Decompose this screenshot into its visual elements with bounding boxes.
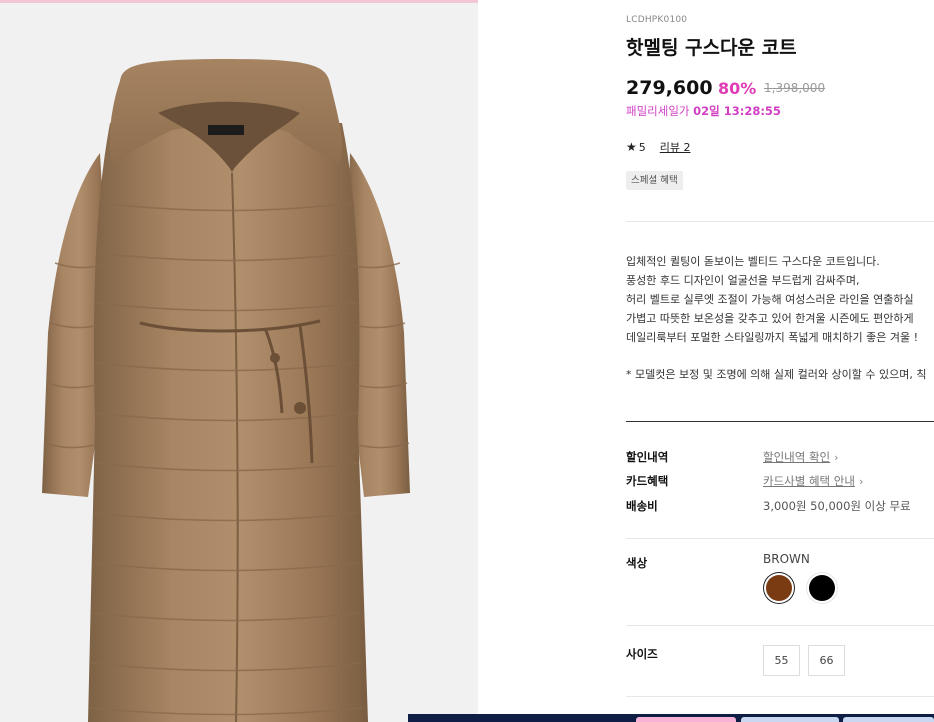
- color-swatch-brown[interactable]: [766, 575, 792, 601]
- divider: [626, 221, 934, 222]
- color-swatch-black[interactable]: [809, 575, 835, 601]
- shipping-label: 배송비: [626, 499, 658, 513]
- special-benefit-badge[interactable]: 스페셜 혜택: [626, 171, 683, 190]
- original-price: 1,398,000: [764, 81, 826, 95]
- card-benefit-label: 카드혜택: [626, 474, 669, 488]
- selected-color-name: BROWN: [763, 552, 810, 566]
- model-cut-note: * 모델컷은 보정 및 조명에 의해 실제 컬러와 상이할 수 있으며, 칙: [626, 368, 927, 381]
- review-link[interactable]: 리뷰 2: [660, 139, 691, 155]
- chevron-right-icon: ›: [834, 451, 839, 464]
- divider: [626, 625, 934, 626]
- sale-price: 279,600: [626, 77, 713, 99]
- description-line: 허리 벨트로 실루엣 조절이 가능해 여성스러운 라인을 연출하실: [626, 293, 914, 306]
- size-option-66[interactable]: 66: [808, 645, 845, 676]
- description-line: 입체적인 퀼팅이 돋보이는 벨티드 구스다운 코트입니다.: [626, 255, 880, 268]
- product-description: 입체적인 퀼팅이 돋보이는 벨티드 구스다운 코트입니다. 풍성한 후드 디자인…: [626, 252, 918, 347]
- divider: [626, 696, 934, 697]
- divider: [626, 421, 934, 422]
- rating: ★ 5 리뷰 2: [626, 139, 691, 155]
- shipping-value: 3,000원 50,000원 이상 무료: [763, 499, 911, 513]
- sale-label: 패밀리세일가: [626, 104, 690, 118]
- bottom-tab[interactable]: [636, 717, 736, 722]
- size-label: 사이즈: [626, 647, 658, 661]
- card-benefit-text: 카드사별 혜택 안내: [763, 474, 855, 488]
- product-title: 핫멜팅 구스다운 코트: [626, 37, 797, 59]
- discount-rate: 80%: [718, 79, 757, 98]
- description-line: 가볍고 따뜻한 보온성을 갖추고 있어 한겨울 시즌에도 편안하게: [626, 312, 914, 325]
- description-line: 풍성한 후드 디자인이 얼굴선을 부드럽게 감싸주며,: [626, 274, 860, 287]
- bottom-tab[interactable]: [843, 717, 934, 722]
- description-line: 데일리룩부터 포멀한 스타일링까지 폭넓게 매치하기 좋은 겨울 !: [626, 331, 919, 344]
- card-benefit-link[interactable]: 카드사별 혜택 안내 ›: [763, 473, 863, 489]
- family-sale-line: 패밀리세일가 02일 13:28:55: [626, 103, 781, 119]
- discount-info-link[interactable]: 할인내역 확인 ›: [763, 449, 839, 465]
- size-option-55[interactable]: 55: [763, 645, 800, 676]
- star-icon: ★: [626, 140, 637, 154]
- product-code: LCDHPK0100: [626, 15, 688, 25]
- chevron-right-icon: ›: [858, 475, 864, 488]
- discount-info-text: 할인내역 확인: [763, 450, 831, 464]
- rating-value: 5: [638, 140, 646, 154]
- color-label: 색상: [626, 556, 648, 570]
- coat-illustration: [42, 59, 410, 722]
- discount-info-label: 할인내역: [626, 450, 669, 464]
- bottom-tab[interactable]: [741, 717, 839, 722]
- product-image[interactable]: [0, 3, 478, 722]
- divider: [626, 538, 934, 539]
- product-info-panel: LCDHPK0100 핫멜팅 구스다운 코트 279,600 80% 1,398…: [626, 0, 934, 722]
- sale-countdown: 02일 13:28:55: [693, 104, 781, 118]
